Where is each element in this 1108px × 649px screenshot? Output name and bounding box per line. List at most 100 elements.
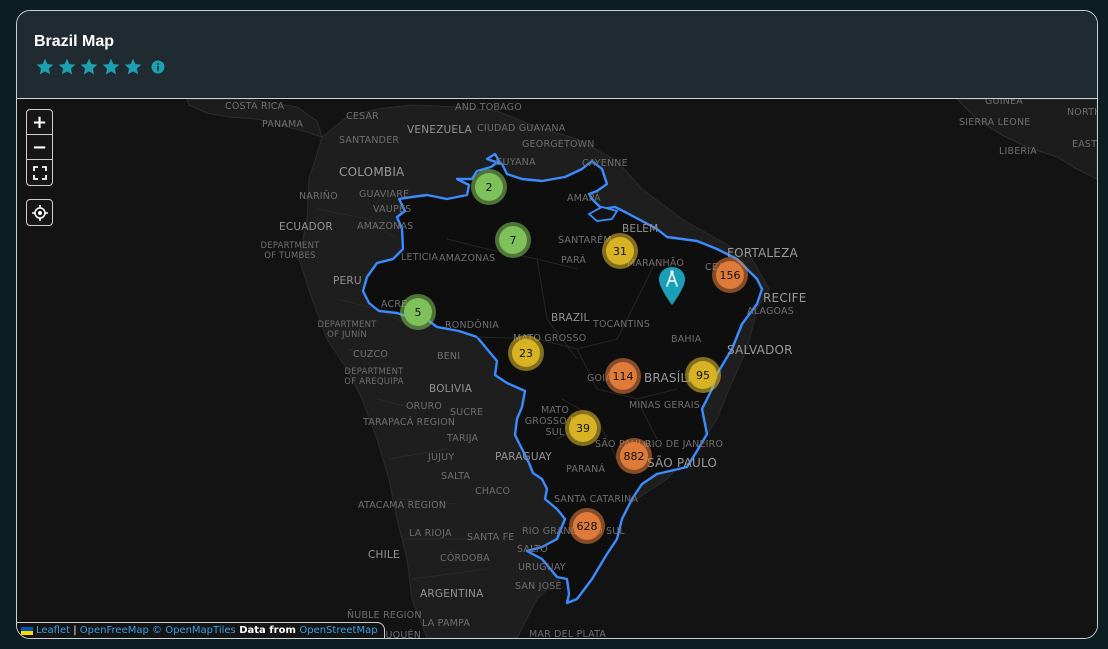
map-label: PARÁ: [561, 255, 587, 266]
map-label: TOCANTINS: [593, 319, 651, 330]
cluster-count: 23: [512, 339, 540, 367]
map-label: RIO DE JANEIRO: [645, 439, 724, 450]
data-from-text: Data from: [235, 625, 300, 636]
map-label: SALVADOR: [727, 343, 793, 357]
map-label: RONDÔNIA: [445, 320, 499, 331]
map-label: CHILE: [368, 549, 400, 561]
locate-button[interactable]: [27, 200, 52, 225]
marker-cluster[interactable]: 156: [712, 257, 748, 293]
map-label: PANAMA: [262, 119, 304, 130]
map-label: BENI: [437, 351, 461, 362]
map-label: SALTO: [517, 544, 548, 555]
map-label: LA PAMPA: [422, 618, 471, 629]
map-label: LETICIA: [401, 252, 439, 263]
cluster-count: 7: [499, 226, 527, 254]
map-label: PARAGUAY: [495, 451, 552, 463]
map-label: ECUADOR: [279, 221, 333, 233]
cluster-count: 628: [573, 512, 601, 540]
map-label: VAUPÉS: [373, 204, 412, 215]
map-label: DEPARTMENT OF AREQUIPA: [344, 367, 404, 387]
locate-control: [26, 199, 53, 226]
marker-cluster[interactable]: 23: [508, 335, 544, 371]
map-label: CÓRDOBA: [440, 553, 490, 564]
cluster-count: 2: [475, 173, 503, 201]
marker-cluster[interactable]: 882: [616, 438, 652, 474]
map-label: CIUDAD GUAYANA: [477, 123, 566, 134]
map-label: COLOMBIA: [339, 165, 405, 179]
map-label: SIERRA LEONE: [959, 117, 1031, 128]
map-label: MINAS GERAIS: [629, 400, 700, 411]
map-label: AMAPÁ: [567, 193, 601, 204]
map-label: PARANÁ: [566, 464, 606, 475]
map-label: DEPARTMENT OF JUNÍN: [317, 320, 377, 340]
map-card: Brazil Map COSTA RICA PANAMA CESAR SANTA…: [16, 10, 1098, 639]
map-label: SANTA FE: [467, 532, 515, 543]
marker-cluster[interactable]: 95: [685, 357, 721, 393]
cluster-count: 39: [569, 414, 597, 442]
map-label: COSTA RICA: [225, 101, 285, 112]
locate-icon: [31, 204, 48, 221]
fullscreen-button[interactable]: [27, 160, 52, 185]
map-label: SÃO PAULO: [647, 456, 718, 470]
map-label: MAR DEL PLATA: [529, 629, 607, 638]
map-label: SANTANDER: [339, 135, 400, 146]
marker-cluster[interactable]: 2: [471, 169, 507, 205]
compass-pin-icon[interactable]: [658, 266, 686, 306]
star-icon: [80, 58, 98, 75]
map-label: CAYENNE: [582, 158, 628, 169]
map-label: VENEZUELA: [407, 124, 472, 136]
rating-stars: [35, 57, 165, 77]
map-label: CUZCO: [353, 349, 389, 360]
info-icon[interactable]: [151, 60, 165, 74]
map-label: GUINEA: [985, 99, 1023, 107]
map-label: SAN JOSÉ: [515, 581, 562, 592]
map-label: TARIJA: [447, 433, 479, 444]
cluster-count: 882: [620, 442, 648, 470]
map-label: JUJUY: [428, 452, 455, 463]
marker-cluster[interactable]: 628: [569, 508, 605, 544]
map-label: TARAPACÁ REGION: [363, 417, 456, 428]
map-label: ARGENTINA: [420, 588, 484, 600]
map-label: GUYANA: [495, 157, 536, 168]
map-label: ORURO: [406, 401, 443, 412]
map-label: BRAZIL: [551, 312, 590, 324]
marker-cluster[interactable]: 5: [400, 294, 436, 330]
fullscreen-icon: [32, 165, 47, 180]
map-label: ÑUBLE REGION: [347, 610, 422, 621]
cluster-count: 95: [689, 361, 717, 389]
openmaptiles-link[interactable]: © OpenMapTiles: [152, 625, 236, 636]
map-label: RECIFE: [763, 291, 807, 305]
map-label: BOLIVIA: [429, 383, 473, 395]
map-label: BAHIA: [671, 334, 702, 345]
map-label: GUAVIARE: [359, 189, 410, 200]
map-label: URUGUAY: [518, 562, 566, 573]
openstreetmap-link[interactable]: OpenStreetMap: [299, 625, 377, 636]
map-viewport[interactable]: COSTA RICA PANAMA CESAR SANTANDER AND TO…: [17, 99, 1097, 638]
openfreemap-link[interactable]: OpenFreeMap: [80, 625, 149, 636]
cluster-count: 114: [609, 362, 637, 390]
zoom-control: + −: [26, 109, 53, 186]
map-label: LA RIOJA: [409, 528, 452, 539]
leaflet-link[interactable]: Leaflet: [36, 625, 70, 636]
map-label: SALTA: [441, 471, 471, 482]
marker-cluster[interactable]: 7: [495, 222, 531, 258]
marker-cluster[interactable]: 31: [602, 233, 638, 269]
zoom-in-button[interactable]: +: [27, 110, 52, 135]
zoom-out-button[interactable]: −: [27, 135, 52, 160]
attribution-separator: |: [70, 625, 80, 636]
marker-cluster[interactable]: 39: [565, 410, 601, 446]
map-label: GEORGETOWN: [522, 139, 595, 150]
map-label: ALAGOAS: [747, 306, 794, 317]
star-icon: [36, 58, 54, 75]
map-label: CHACO: [475, 486, 511, 497]
map-label: BELÉM: [622, 223, 659, 235]
map-label: SANTA CATARINA: [554, 494, 639, 505]
cluster-count: 5: [404, 298, 432, 326]
star-icon: [102, 58, 120, 75]
star-icon: [58, 58, 76, 75]
star-icon: [124, 58, 142, 75]
marker-cluster[interactable]: 114: [605, 358, 641, 394]
cluster-count: 156: [716, 261, 744, 289]
map-label: NORTH: [1067, 107, 1097, 118]
map-attribution: Leaflet | OpenFreeMap © OpenMapTiles Dat…: [17, 622, 385, 638]
